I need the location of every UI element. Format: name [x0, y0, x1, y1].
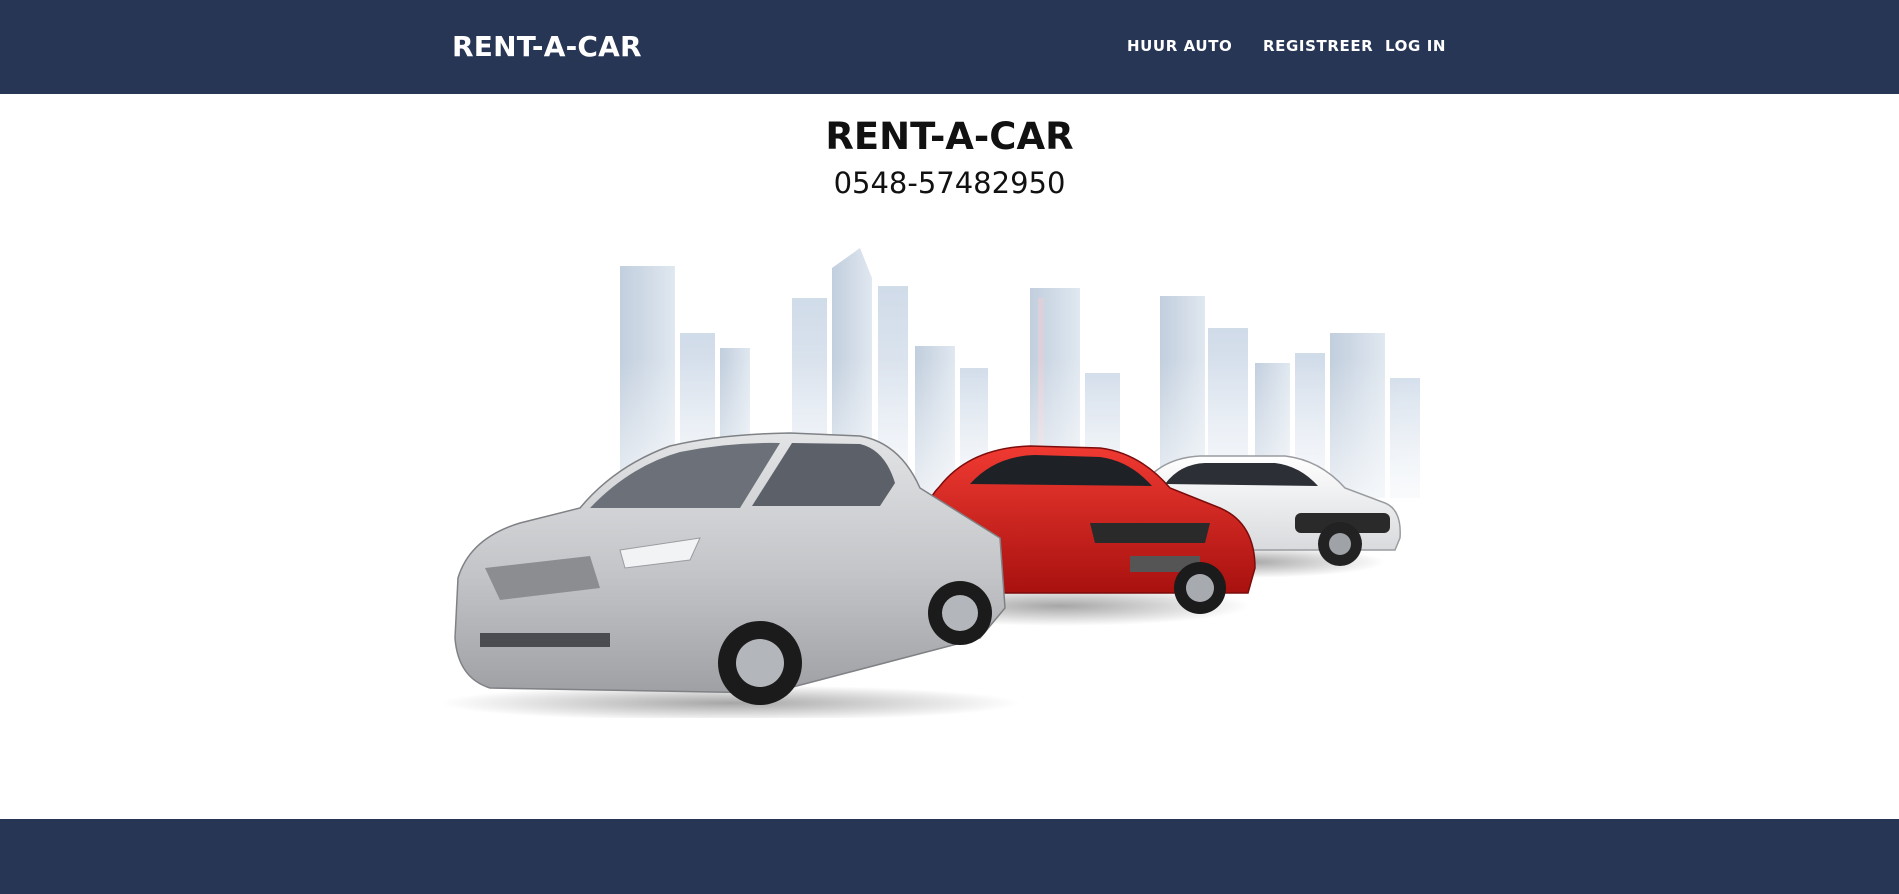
- hero-phone-number: 0548-57482950: [833, 166, 1066, 200]
- nav-link-huur-auto[interactable]: HUUR AUTO: [1127, 36, 1232, 56]
- nav-link-log-in[interactable]: LOG IN: [1385, 36, 1446, 56]
- brand-logo-link[interactable]: RENT-A-CAR: [452, 29, 642, 65]
- hero-title: RENT-A-CAR: [825, 115, 1074, 158]
- page-footer: [0, 819, 1899, 894]
- top-navbar: RENT-A-CAR HUUR AUTO REGISTREER LOG IN: [0, 0, 1899, 94]
- hero-cars-city-image: [440, 248, 1460, 718]
- nav-link-registreer[interactable]: REGISTREER: [1263, 36, 1373, 56]
